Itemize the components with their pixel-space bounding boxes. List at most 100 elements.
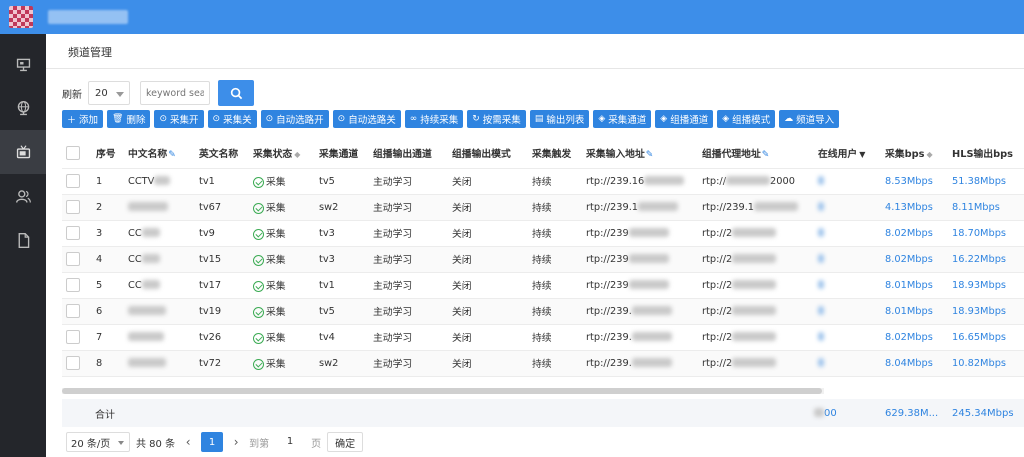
multicast-output-mode: 关闭	[448, 324, 528, 351]
cloud-upload-icon: ☁	[784, 114, 794, 124]
auto-route-off-button[interactable]: ⊙ 自动选路关	[332, 110, 401, 128]
collect-status: 采集	[249, 246, 315, 273]
sidebar-item-monitor[interactable]	[0, 42, 46, 86]
table-row[interactable]: 5 CC tv17 采集 tv1 主动学习 关闭 持续 rtp://239 rtp://2 8.01…	[62, 272, 1024, 299]
column-header[interactable]: 采集bps ◆	[881, 138, 948, 169]
channel-import-button[interactable]: ☁ 频道导入	[779, 110, 840, 128]
sidebar-item-documents[interactable]	[0, 218, 46, 262]
hls-output-bps: 16.22Mbps	[948, 246, 1024, 273]
collect-status: 采集	[249, 298, 315, 325]
search-input[interactable]	[140, 81, 210, 105]
multicast-output-mode: 关闭	[448, 246, 528, 273]
edit-icon: ✎	[645, 149, 654, 160]
row-number: 3	[92, 220, 124, 247]
sidebar-item-network[interactable]	[0, 86, 46, 130]
brand-name	[48, 10, 128, 24]
add-button[interactable]: ＋添加	[62, 110, 104, 128]
collect-off-button[interactable]: ⊙ 采集关	[207, 110, 257, 128]
total-row: 合计 00 629.38M... 245.34Mbps	[62, 399, 1024, 427]
proxy-address: rtp://2	[698, 272, 814, 299]
table-row[interactable]: 7 tv26 采集 tv4 主动学习 关闭 持续 rtp://239. rtp://2 8.02M…	[62, 324, 1024, 351]
row-checkbox[interactable]	[66, 330, 80, 344]
continuous-collect-button[interactable]: ∞ 持续采集	[404, 110, 464, 128]
row-number: 5	[92, 272, 124, 299]
column-header[interactable]: 在线用户 ▼	[814, 138, 881, 169]
table-row[interactable]: 1 CCTV tv1 采集 tv5 主动学习 关闭 持续 rtp://239.16 rtp://2…	[62, 168, 1024, 195]
row-checkbox[interactable]	[66, 174, 80, 188]
sort-desc-icon: ▼	[859, 149, 866, 159]
chinese-name	[124, 350, 195, 377]
chinese-name: CCTV	[124, 168, 195, 195]
select-all-cell	[62, 138, 92, 169]
collect-status: 采集	[249, 168, 315, 195]
proxy-address: rtp://2	[698, 298, 814, 325]
total-count: 共 80 条	[136, 438, 176, 450]
next-page-icon[interactable]: ›	[229, 435, 243, 449]
proxy-address: rtp://2	[698, 350, 814, 377]
row-checkbox[interactable]	[66, 252, 80, 266]
horizontal-scrollbar[interactable]	[62, 388, 824, 394]
table-row[interactable]: 2 tv67 采集 sw2 主动学习 关闭 持续 rtp://239.1 rtp://239.1…	[62, 194, 1024, 221]
chinese-name	[124, 324, 195, 351]
chinese-name	[124, 298, 195, 325]
input-address: rtp://239	[582, 272, 698, 299]
table-row[interactable]: 8 tv72 采集 sw2 主动学习 关闭 持续 rtp://239. rtp://2 8.04M…	[62, 350, 1024, 377]
on-demand-collect-button[interactable]: ↻ 按需采集	[467, 110, 526, 128]
collect-channel: sw2	[315, 194, 369, 221]
row-select-cell	[62, 246, 92, 273]
select-all-checkbox[interactable]	[66, 145, 80, 160]
collect-status: 采集	[249, 220, 315, 247]
page-size-select[interactable]: 20 条/页	[66, 432, 130, 452]
column-header: 中文名称✎	[124, 138, 195, 169]
table-row[interactable]: 3 CC tv9 采集 tv3 主动学习 关闭 持续 rtp://239 rtp://2 8.02M…	[62, 220, 1024, 247]
row-checkbox[interactable]	[66, 200, 80, 214]
check-circle-icon	[253, 280, 264, 292]
goto-page-input[interactable]: 1	[275, 432, 305, 452]
edit-icon: ✎	[761, 149, 770, 160]
collect-on-button[interactable]: ⊙ 采集开	[154, 110, 204, 128]
column-header: HLS输出bps	[948, 138, 1024, 169]
confirm-button[interactable]: 确定	[327, 432, 364, 452]
table-header: 序号 中文名称✎ 英文名称 采集状态 ◆ 采集通道 组播输出通道 组播输出模式 采…	[62, 138, 1024, 169]
multicast-output-channel: 主动学习	[369, 324, 448, 351]
output-list-button[interactable]: ▤ 输出列表	[529, 110, 590, 128]
check-circle-icon	[253, 306, 264, 318]
row-checkbox[interactable]	[66, 304, 80, 318]
trash-icon: 🗑	[112, 114, 124, 124]
collect-bps: 8.02Mbps	[881, 324, 948, 351]
row-checkbox[interactable]	[66, 356, 80, 370]
total-users: 00	[814, 408, 837, 419]
sidebar-item-users[interactable]	[0, 174, 46, 218]
input-address: rtp://239.	[582, 298, 698, 325]
check-circle-icon	[253, 228, 264, 240]
scrollbar-thumb[interactable]	[62, 388, 822, 394]
row-number: 8	[92, 350, 124, 377]
collect-channel-button[interactable]: ◈ 采集通道	[593, 110, 652, 128]
refresh-select[interactable]: 20	[88, 81, 130, 105]
multicast-mode-button[interactable]: ◈ 组播模式	[717, 110, 776, 128]
page-number[interactable]: 1	[201, 432, 224, 452]
collect-bps: 8.01Mbps	[881, 272, 948, 299]
column-header: 序号	[92, 138, 124, 169]
hls-output-bps: 51.38Mbps	[948, 168, 1024, 195]
table-row[interactable]: 6 tv19 采集 tv5 主动学习 关闭 持续 rtp://239. rtp://2 8.01M…	[62, 298, 1024, 325]
table-row[interactable]: 4 CC tv15 采集 tv3 主动学习 关闭 持续 rtp://239 rtp://2 8.02…	[62, 246, 1024, 273]
collect-status: 采集	[249, 350, 315, 377]
collect-status: 采集	[249, 194, 315, 221]
sidebar-item-channels[interactable]	[0, 130, 46, 174]
english-name: tv26	[195, 324, 249, 351]
delete-button[interactable]: 🗑 删除	[107, 110, 151, 128]
row-checkbox[interactable]	[66, 278, 80, 292]
auto-route-on-button[interactable]: ⊙ 自动选路开	[260, 110, 329, 128]
search-button[interactable]	[218, 80, 254, 106]
column-header[interactable]: 采集状态 ◆	[249, 138, 315, 169]
row-checkbox[interactable]	[66, 226, 80, 240]
multicast-channel-button[interactable]: ◈ 组播通道	[655, 110, 714, 128]
hls-output-bps: 18.93Mbps	[948, 272, 1024, 299]
english-name: tv67	[195, 194, 249, 221]
prev-page-icon[interactable]: ‹	[181, 435, 195, 449]
collect-bps: 8.02Mbps	[881, 220, 948, 247]
cube-icon: ◈	[660, 114, 668, 124]
input-address: rtp://239.16	[582, 168, 698, 195]
chinese-name: CC	[124, 246, 195, 273]
